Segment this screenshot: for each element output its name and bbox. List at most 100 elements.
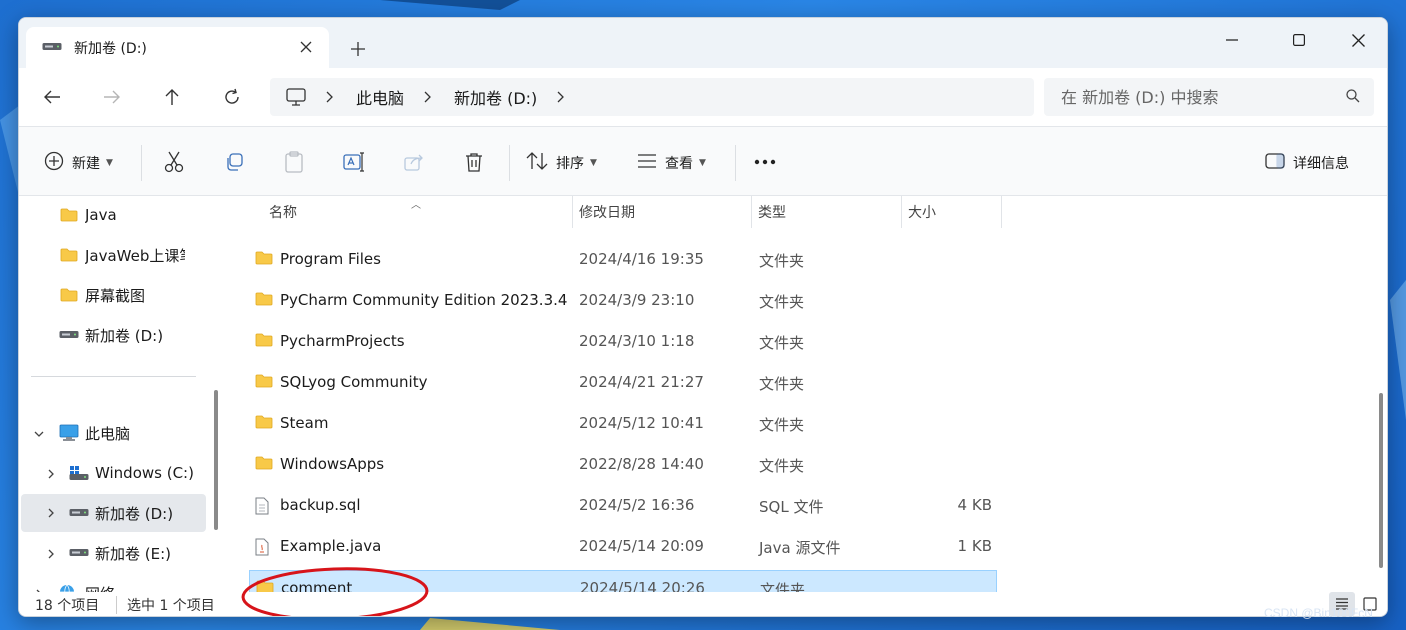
folder-icon [59,208,79,222]
file-name: Example.java [280,537,382,555]
cut-icon[interactable] [158,147,190,177]
chevron-down-icon[interactable] [31,426,47,442]
maximize-button[interactable] [1276,24,1322,56]
sidebar-item-network[interactable]: 网络 [59,574,209,592]
new-label: 新建 [72,156,100,172]
chevron-right-icon[interactable] [43,466,59,482]
plus-icon[interactable] [347,38,369,60]
file-name: Steam [280,414,329,432]
address-bar[interactable]: 此电脑 新加卷 (D:) [270,78,1034,116]
sidebar-item-drive-d-pinned[interactable]: 新加卷 (D:) [59,316,209,354]
drive-icon [69,508,89,518]
folder-icon [255,251,273,269]
item-count: 18 个项目 [35,598,100,614]
chevron-right-icon[interactable] [557,88,565,107]
rename-icon[interactable] [338,147,370,177]
file-date: 2022/8/28 14:40 [579,455,704,473]
tab-drive-d[interactable]: 新加卷 (D:) [26,27,329,69]
sidebar-item-label: JavaWeb上课笔记 [85,246,185,265]
close-window-button[interactable] [1335,24,1381,56]
column-divider[interactable] [751,196,752,228]
column-divider[interactable] [901,196,902,228]
watermark: CSDN @Bin100FcN [1264,606,1373,620]
navigation-bar: 此电脑 新加卷 (D:) [19,68,1387,126]
sort-label: 排序 [556,156,584,172]
column-header-type[interactable]: 类型 [758,196,786,228]
minimize-button[interactable] [1209,24,1255,56]
details-pane-button[interactable]: 详细信息 [1265,149,1349,177]
sort-button[interactable]: 排序 ▼ [526,149,597,177]
close-icon[interactable] [295,36,317,58]
share-icon[interactable] [398,147,430,177]
chevron-right-icon[interactable] [424,88,432,107]
view-button[interactable]: 查看 ▼ [637,149,706,177]
forward-arrow-icon[interactable] [97,85,127,109]
chevron-right-icon[interactable] [43,546,59,562]
drive-icon [59,330,79,340]
search-input[interactable] [1061,87,1331,107]
chevron-right-icon[interactable] [326,88,334,107]
sql-file-icon [255,497,269,519]
file-type: 文件夹 [759,457,805,475]
file-row[interactable]: SQLyog Community 2024/4/21 21:27 文件夹 [249,365,997,401]
windows-drive-icon [69,465,89,481]
sidebar-item-this-pc[interactable]: 此电脑 [59,414,209,452]
folder-icon [255,374,273,392]
sidebar-item-windows-c[interactable]: Windows (C:) [69,454,209,492]
chevron-right-icon[interactable] [43,505,59,521]
network-icon [59,584,79,592]
trash-icon[interactable] [458,147,490,177]
sidebar-item-label: 此电脑 [85,424,131,443]
sidebar-item-label: Windows (C:) [95,464,194,482]
search-icon[interactable] [1346,89,1360,107]
column-header-name[interactable]: 名称 [269,196,297,228]
sidebar-item-drive-d[interactable]: 新加卷 (D:) [21,494,206,532]
file-date: 2024/5/14 20:26 [580,579,705,592]
sidebar-item-java[interactable]: Java [59,196,209,234]
search-box[interactable] [1044,78,1374,116]
column-divider[interactable] [572,196,573,228]
file-row[interactable]: PyCharm Community Edition 2023.3.4 2024/… [249,283,997,319]
sidebar-divider [31,376,196,377]
file-row[interactable]: backup.sql 2024/5/2 16:36 SQL 文件 4 KB [249,488,997,524]
file-list: 名称 ︿ 修改日期 类型 大小 Program Files 2024/4/16 … [227,196,1372,592]
sidebar-item-drive-e[interactable]: 新加卷 (E:) [69,534,209,572]
file-list-scrollbar[interactable] [1379,393,1383,568]
column-header-date[interactable]: 修改日期 [579,196,635,228]
breadcrumb-drive-d[interactable]: 新加卷 (D:) [454,85,537,109]
sidebar-scrollbar[interactable] [214,390,218,530]
file-row[interactable]: WindowsApps 2022/8/28 14:40 文件夹 [249,447,997,483]
file-row[interactable]: PycharmProjects 2024/3/10 1:18 文件夹 [249,324,997,360]
folder-icon [255,333,273,351]
sidebar-item-screenshots[interactable]: 屏幕截图 [59,276,209,314]
back-arrow-icon[interactable] [37,85,67,109]
file-row[interactable]: Program Files 2024/4/16 19:35 文件夹 [249,242,997,278]
file-type: 文件夹 [759,375,805,393]
file-date: 2024/3/10 1:18 [579,332,695,350]
paste-icon[interactable] [278,147,310,177]
new-button[interactable]: 新建 ▼ [44,149,113,177]
chevron-down-icon: ▼ [699,158,706,168]
navigation-pane: Java JavaWeb上课笔记 屏幕截图 [19,196,214,592]
sidebar-item-label: 网络 [85,583,115,593]
file-date: 2024/4/21 21:27 [579,373,704,391]
copy-icon[interactable] [218,147,250,177]
folder-icon [255,456,273,474]
sidebar-item-label: Java [85,206,117,224]
file-row[interactable]: Example.java 2024/5/14 20:09 Java 源文件 1 … [249,529,997,565]
column-header-size[interactable]: 大小 [908,196,936,228]
file-name: PycharmProjects [280,332,405,350]
monitor-icon[interactable] [286,88,306,106]
column-divider[interactable] [1001,196,1002,228]
drive-icon [69,548,89,558]
plus-circle-icon [44,151,64,175]
folder-icon [255,415,273,433]
divider [141,145,142,181]
more-options-icon[interactable] [749,147,781,177]
refresh-icon[interactable] [217,85,247,109]
up-arrow-icon[interactable] [157,85,187,109]
folder-icon [59,288,79,302]
file-row[interactable]: Steam 2024/5/12 10:41 文件夹 [249,406,997,442]
sidebar-item-javaweb[interactable]: JavaWeb上课笔记 [59,236,209,274]
breadcrumb-this-pc[interactable]: 此电脑 [356,85,404,109]
